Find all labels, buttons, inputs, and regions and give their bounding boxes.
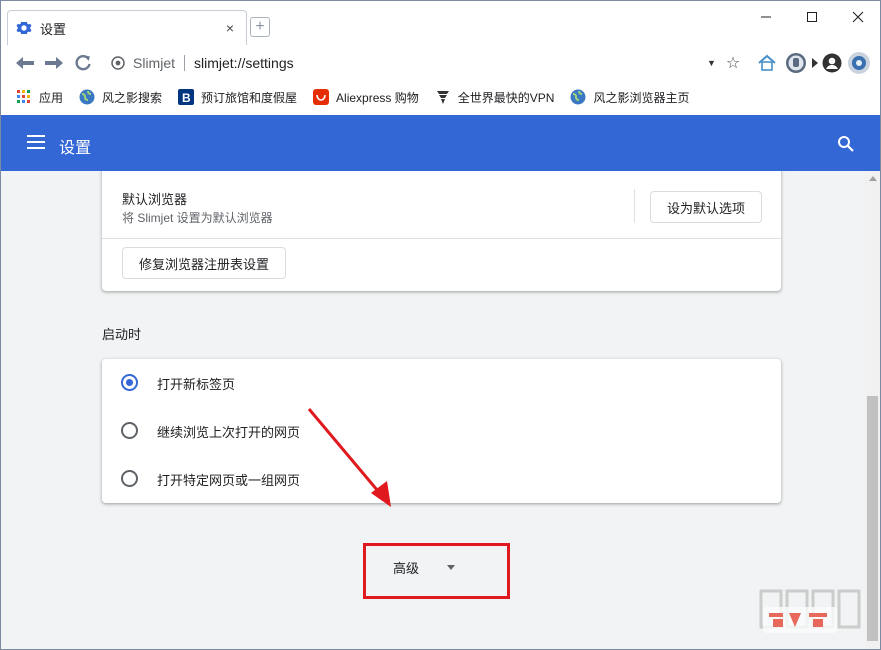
minimize-icon bbox=[761, 16, 771, 18]
radio-button[interactable] bbox=[121, 470, 138, 487]
caret-right-icon bbox=[812, 58, 818, 68]
tab-settings[interactable]: 设置 × bbox=[7, 10, 247, 45]
bookmark-label: 风之影浏览器主页 bbox=[593, 90, 690, 105]
home-icon bbox=[758, 54, 776, 71]
startup-option-specific-pages[interactable]: 打开特定网页或一组网页 bbox=[102, 455, 781, 503]
radio-label: 继续浏览上次打开的网页 bbox=[157, 425, 301, 440]
startup-section-title: 启动时 bbox=[102, 327, 142, 342]
site-name: Slimjet bbox=[133, 55, 176, 71]
hamburger-menu-icon[interactable] bbox=[27, 135, 45, 149]
address-bar[interactable]: Slimjet slimjet://settings ▼ ☆ bbox=[105, 50, 745, 76]
settings-header: 设置 bbox=[1, 115, 880, 171]
search-icon[interactable] bbox=[837, 135, 855, 153]
close-window-button[interactable] bbox=[835, 1, 880, 33]
aliexpress-icon bbox=[313, 89, 330, 105]
bookmark-label: 全世界最快的VPN bbox=[457, 90, 555, 105]
radio-button[interactable] bbox=[121, 422, 138, 439]
default-browser-title: 默认浏览器 bbox=[122, 192, 188, 207]
bookmark-label: 风之影搜索 bbox=[102, 90, 163, 105]
settings-content: 默认浏览器 将 Slimjet 设置为默认浏览器 设为默认选项 修复浏览器注册表… bbox=[1, 171, 880, 649]
svg-text:B: B bbox=[182, 91, 191, 105]
browser-window: 设置 × + Slimjet slimjet://settings ▼ ☆ 应用… bbox=[0, 0, 881, 650]
maximize-icon bbox=[807, 12, 817, 22]
bookmark-label: Aliexpress 购物 bbox=[336, 90, 419, 105]
bookmark-booking[interactable]: B 预订旅馆和度假屋 bbox=[178, 89, 297, 106]
toolbar: Slimjet slimjet://settings ▼ ☆ bbox=[1, 45, 880, 81]
menu-button[interactable] bbox=[846, 51, 872, 75]
default-browser-description: 将 Slimjet 设置为默认浏览器 bbox=[122, 211, 273, 225]
forward-arrow-icon bbox=[45, 57, 63, 69]
apps-grid-icon bbox=[16, 89, 32, 105]
reload-icon bbox=[75, 54, 91, 71]
address-divider bbox=[184, 55, 186, 71]
bookmark-aliexpress[interactable]: Aliexpress 购物 bbox=[313, 89, 419, 106]
bookmark-vpn[interactable]: 全世界最快的VPN bbox=[435, 89, 555, 106]
tab-close-icon[interactable]: × bbox=[222, 20, 238, 36]
block-ads-button[interactable] bbox=[783, 51, 809, 75]
minimize-button[interactable] bbox=[743, 1, 789, 33]
bookmark-apps[interactable]: 应用 bbox=[16, 89, 63, 106]
globe-icon bbox=[570, 89, 586, 105]
profile-button[interactable] bbox=[821, 51, 843, 75]
close-icon bbox=[852, 11, 864, 23]
user-avatar-icon bbox=[822, 53, 842, 73]
forward-button[interactable] bbox=[41, 50, 67, 76]
bookmark-label: 应用 bbox=[39, 90, 64, 105]
slimjet-menu-icon bbox=[848, 52, 870, 74]
default-browser-row: 默认浏览器 将 Slimjet 设置为默认浏览器 设为默认选项 bbox=[102, 171, 781, 239]
bookmark-fengzhiying-search[interactable]: 风之影搜索 bbox=[79, 89, 162, 106]
annotation-arrow bbox=[307, 408, 391, 507]
annotation-highlight-box bbox=[363, 543, 510, 599]
address-dropdown-icon[interactable]: ▼ bbox=[707, 58, 721, 68]
repair-registry-button[interactable]: 修复浏览器注册表设置 bbox=[122, 247, 286, 279]
page-title: 设置 bbox=[59, 140, 92, 157]
url-text[interactable]: slimjet://settings bbox=[194, 55, 707, 71]
radio-button[interactable] bbox=[121, 374, 138, 391]
back-button[interactable] bbox=[12, 50, 38, 76]
home-button[interactable] bbox=[755, 51, 779, 75]
reload-button[interactable] bbox=[70, 50, 96, 76]
radio-label: 打开特定网页或一组网页 bbox=[157, 473, 301, 488]
bookmark-fengzhiying-home[interactable]: 风之影浏览器主页 bbox=[570, 89, 689, 106]
new-tab-button[interactable]: + bbox=[250, 17, 270, 37]
set-default-button[interactable]: 设为默认选项 bbox=[650, 191, 762, 223]
back-arrow-icon bbox=[16, 57, 34, 69]
hand-stop-icon bbox=[786, 53, 806, 73]
vpn-icon bbox=[435, 89, 451, 105]
globe-icon bbox=[79, 89, 95, 105]
tab-strip: 设置 × + bbox=[1, 1, 880, 45]
startup-options-card: 打开新标签页 继续浏览上次打开的网页 打开特定网页或一组网页 bbox=[102, 359, 781, 503]
booking-icon: B bbox=[178, 89, 195, 105]
maximize-button[interactable] bbox=[789, 1, 835, 33]
site-watermark-logo bbox=[759, 589, 861, 633]
bookmarks-bar: 应用 风之影搜索 B 预订旅馆和度假屋 Aliexpress 购物 全世界最快的… bbox=[1, 81, 880, 113]
gear-icon bbox=[16, 20, 32, 36]
startup-option-continue[interactable]: 继续浏览上次打开的网页 bbox=[102, 407, 781, 455]
scroll-up-arrow-icon[interactable] bbox=[869, 176, 877, 181]
default-browser-card: 默认浏览器 将 Slimjet 设置为默认浏览器 设为默认选项 修复浏览器注册表… bbox=[102, 171, 781, 291]
startup-option-new-tab[interactable]: 打开新标签页 bbox=[102, 359, 781, 407]
chrome-page-icon bbox=[111, 56, 125, 70]
bookmark-star-icon[interactable]: ☆ bbox=[721, 53, 745, 73]
row-divider bbox=[634, 189, 635, 223]
bookmark-label: 预订旅馆和度假屋 bbox=[201, 90, 298, 105]
expand-arrow-button[interactable] bbox=[811, 51, 819, 75]
radio-label: 打开新标签页 bbox=[157, 377, 236, 392]
tab-title: 设置 bbox=[40, 21, 67, 37]
